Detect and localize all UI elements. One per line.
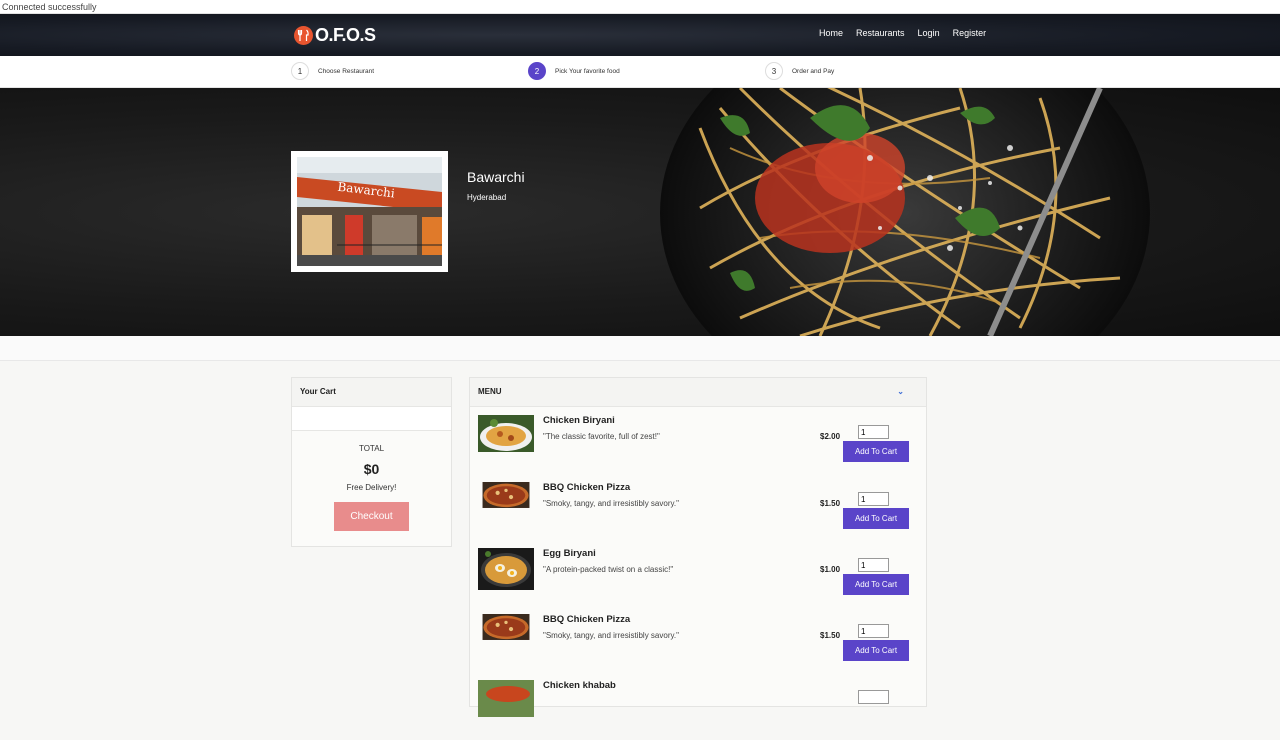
menu-item: BBQ Chicken Pizza "Smoky, tangy, and irr… (478, 614, 918, 674)
quantity-input[interactable] (858, 492, 889, 506)
step-pick-food[interactable]: 2 Pick Your favorite food (528, 62, 620, 80)
nav-register[interactable]: Register (953, 28, 987, 38)
cart-total-label: TOTAL (358, 444, 385, 453)
step-number: 1 (291, 62, 309, 80)
cart-delivery-note: Free Delivery! (346, 483, 397, 492)
chicken-biryani-image (478, 415, 534, 452)
food-description: "The classic favorite, full of zest!" (543, 432, 660, 441)
cart-panel: Your Cart TOTAL $0 Free Delivery! Checko… (291, 377, 452, 547)
quantity-input[interactable] (858, 690, 889, 704)
step-label: Pick Your favorite food (555, 67, 620, 75)
menu-title: MENU (478, 387, 502, 396)
menu-item: Egg Biryani "A protein-packed twist on a… (478, 548, 918, 608)
brand-logo[interactable]: O.F.O.S (294, 25, 376, 46)
egg-biryani-image (478, 548, 534, 590)
pizza-image (482, 482, 530, 508)
nav-login[interactable]: Login (918, 28, 940, 38)
cart-items-area (292, 407, 451, 431)
restaurant-hero-banner: Bawarchi Bawarchi Hyderabad (0, 88, 1280, 336)
food-price: $1.50 (820, 631, 841, 640)
quantity-input[interactable] (858, 425, 889, 439)
food-price: $1.50 (820, 499, 841, 508)
fork-knife-icon (294, 26, 313, 45)
nav-links: Home Restaurants Login Register (819, 28, 986, 38)
quantity-input[interactable] (858, 624, 889, 638)
quantity-input[interactable] (858, 558, 889, 572)
step-number: 2 (528, 62, 546, 80)
add-to-cart-button[interactable]: Add To Cart (843, 640, 909, 661)
restaurant-photo: Bawarchi (291, 151, 448, 272)
food-description: "A protein-packed twist on a classic!" (543, 565, 674, 574)
logo-text: O.F.O.S (315, 25, 376, 45)
nav-home[interactable]: Home (819, 28, 843, 38)
step-label: Choose Restaurant (318, 67, 375, 75)
food-name: Egg Biryani (543, 548, 596, 559)
section-divider (0, 336, 1280, 361)
pizza-image (482, 614, 530, 640)
restaurant-city: Hyderabad (467, 193, 507, 202)
chevron-down-icon[interactable]: ⌄ (897, 378, 904, 406)
step-number: 3 (765, 62, 783, 80)
food-description: "Smoky, tangy, and irresistibly savory." (543, 499, 679, 508)
add-to-cart-button[interactable]: Add To Cart (843, 574, 909, 595)
top-navbar: O.F.O.S Home Restaurants Login Register (0, 14, 1280, 56)
step-choose-restaurant[interactable]: 1 Choose Restaurant (291, 62, 374, 80)
cart-title: Your Cart (292, 378, 451, 407)
restaurant-name: Bawarchi (467, 169, 525, 185)
add-to-cart-button[interactable]: Add To Cart (843, 508, 909, 529)
nav-restaurants[interactable]: Restaurants (856, 28, 905, 38)
food-name: Chicken khabab (543, 680, 616, 691)
connection-status: Connected successfully (0, 0, 1280, 14)
food-price: $1.00 (820, 565, 841, 574)
food-name: Chicken Biryani (543, 415, 615, 426)
step-label: Order and Pay (792, 67, 835, 75)
food-name: BBQ Chicken Pizza (543, 614, 631, 625)
food-price: $2.00 (820, 432, 841, 441)
menu-item: Chicken khabab (478, 680, 918, 740)
menu-header[interactable]: MENU ⌄ (470, 378, 926, 407)
menu-item: BBQ Chicken Pizza "Smoky, tangy, and irr… (478, 482, 918, 542)
add-to-cart-button[interactable]: Add To Cart (843, 441, 909, 462)
cart-total-value: $0 (363, 461, 380, 477)
chicken-khabab-image (478, 680, 534, 717)
food-description: "Smoky, tangy, and irresistibly savory." (543, 631, 679, 640)
checkout-button[interactable]: Checkout (334, 502, 409, 531)
order-steps: 1 Choose Restaurant 2 Pick Your favorite… (0, 56, 1280, 88)
food-name: BBQ Chicken Pizza (543, 482, 631, 493)
menu-item: Chicken Biryani "The classic favorite, f… (478, 415, 918, 475)
spaghetti-hero-image (660, 88, 1150, 336)
menu-panel: MENU ⌄ Chicken Biryani "The classic favo… (469, 377, 927, 717)
step-order-pay[interactable]: 3 Order and Pay (765, 62, 834, 80)
